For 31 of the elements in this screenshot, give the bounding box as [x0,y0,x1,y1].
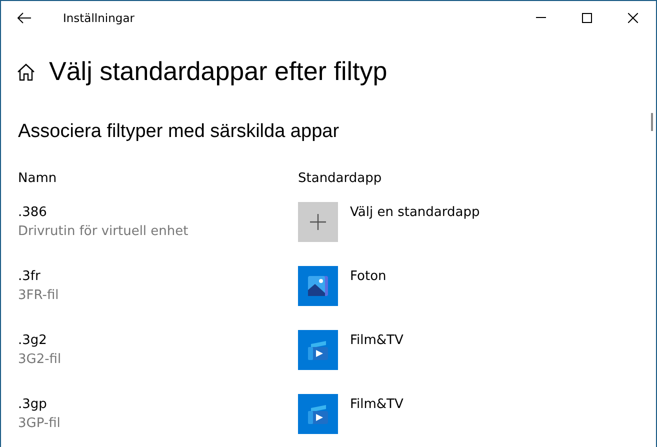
file-type-description: 3GP-fil [18,415,62,433]
app-name[interactable]: Foton [350,266,386,286]
photos-icon [308,276,328,296]
column-header: Standardapp [298,170,383,188]
file-type-description: 3G2-fil [18,351,62,369]
app-name[interactable]: Film&TV [350,394,404,414]
app-tile[interactable] [298,202,338,242]
app-tile[interactable] [298,330,338,370]
maximize-icon [582,12,592,22]
scrollbar-thumb[interactable] [651,113,653,131]
app-name[interactable]: Film&TV [350,330,404,350]
app-tile[interactable] [298,394,338,434]
column-header: Namn [18,170,58,188]
app-tile[interactable] [298,266,338,306]
file-type-description: 3FR-fil [18,287,60,305]
section-heading: Associera filtyper med särskilda appar [18,121,340,143]
page-title: Välj standardappar efter filtyp [49,56,388,87]
plus-icon [310,214,326,230]
minimize-icon [536,17,546,18]
file-type-description: Drivrutin för virtuell enhet [18,223,190,241]
window-title: Inställningar [63,10,136,24]
file-extension: .3fr [18,268,42,286]
file-extension: .3gp [18,396,48,414]
file-extension: .386 [18,204,48,222]
play-icon [308,404,328,424]
play-icon [308,340,328,360]
file-extension: .3g2 [18,332,48,350]
close-icon [628,12,638,22]
home-icon[interactable] [17,62,35,80]
back-arrow-icon [17,12,31,24]
app-name[interactable]: Välj en standardapp [350,202,480,222]
